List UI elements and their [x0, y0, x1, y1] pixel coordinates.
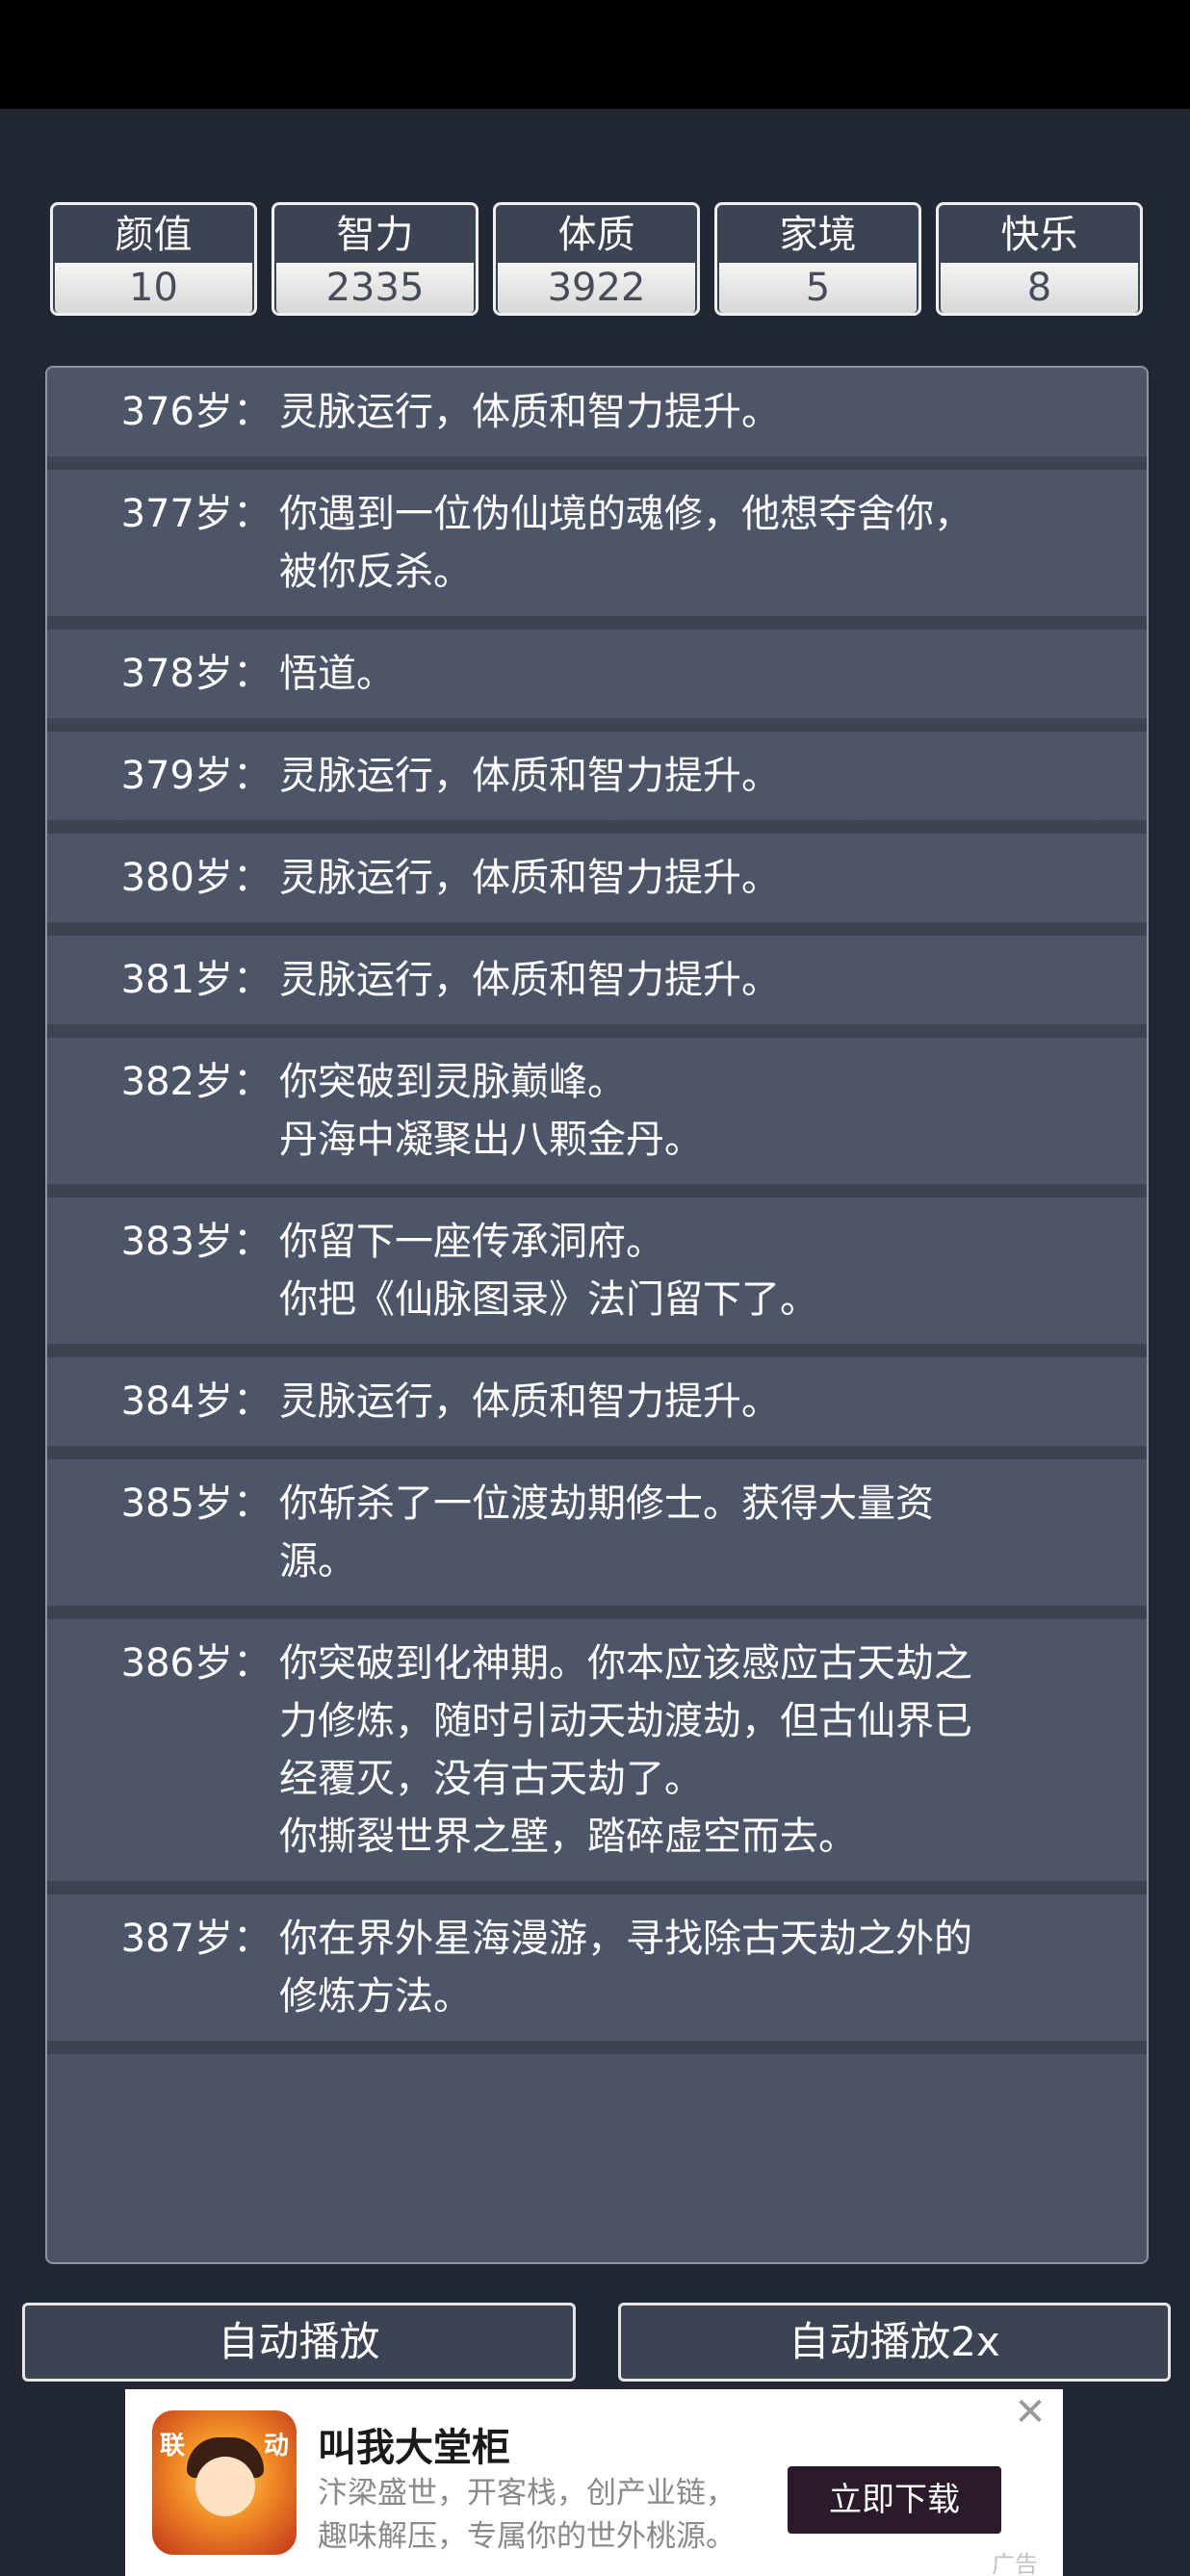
event-text-line: 灵脉运行，体质和智力提升。	[279, 754, 780, 798]
event-text-line: 被你反杀。	[279, 550, 472, 594]
auto-play-button[interactable]: 自动播放	[22, 2303, 576, 2382]
event-text-line: 你遇到一位伪仙境的魂修，他想夺舍你，	[279, 492, 972, 536]
character-face	[195, 2457, 255, 2516]
stat-label: 颜值	[115, 213, 193, 257]
event-age: 385岁：	[120, 1481, 272, 1526]
stat-label: 智力	[336, 213, 414, 257]
event-age: 376岁：	[120, 390, 272, 434]
event-text-line: 你留下一座传承洞府。	[279, 1220, 664, 1264]
stat-value: 8	[941, 263, 1138, 313]
stat-happiness: 快乐 8	[936, 202, 1143, 316]
stat-value: 3922	[498, 263, 695, 313]
event-text: 你留下一座传承洞府。你把《仙脉图录》法门留下了。	[272, 1213, 1118, 1328]
ad-banner[interactable]: 联 动 叫我大堂柜 汴梁盛世，开客栈，创产业链， 趣味解压，专属你的世外桃源。 …	[125, 2389, 1063, 2576]
event-row: 380岁： 灵脉运行，体质和智力提升。	[47, 834, 1147, 936]
event-row: 386岁： 你突破到化神期。你本应该感应古天劫之 力修炼，随时引动天劫渡劫，但古仙界…	[47, 1619, 1147, 1894]
stat-intelligence: 智力 2335	[272, 202, 479, 316]
event-text-line: 源。	[279, 1539, 356, 1584]
event-text-line: 灵脉运行，体质和智力提升。	[279, 390, 780, 434]
stats-row: 颜值 10 智力 2335 体质 3922 家境 5 快乐 8	[50, 202, 1143, 316]
event-text-line: 力修炼，随时引动天劫渡劫，但古仙界已	[279, 1699, 972, 1743]
event-log[interactable]: 376岁： 灵脉运行，体质和智力提升。 377岁： 你遇到一位伪仙境的魂修，他想夺舍你…	[45, 366, 1149, 2264]
event-text-line: 你把《仙脉图录》法门留下了。	[279, 1277, 818, 1322]
ad-description: 汴梁盛世，开客栈，创产业链， 趣味解压，专属你的世外桃源。	[318, 2472, 770, 2559]
ad-label: 广告	[992, 2551, 1038, 2576]
game-icon[interactable]: 联 动	[152, 2410, 297, 2555]
status-bar	[0, 0, 1190, 109]
event-text-line: 你突破到化神期。你本应该感应古天劫之	[279, 1641, 972, 1686]
event-row: 376岁： 灵脉运行，体质和智力提升。	[47, 368, 1147, 470]
event-age: 377岁：	[120, 492, 272, 536]
event-text: 灵脉运行，体质和智力提升。	[272, 747, 1118, 805]
event-text-line: 灵脉运行，体质和智力提升。	[279, 958, 780, 1002]
event-text-line: 你撕裂世界之壁，踏碎虚空而去。	[279, 1815, 857, 1859]
event-text: 灵脉运行，体质和智力提升。	[272, 849, 1118, 907]
event-row: 378岁： 悟道。	[47, 630, 1147, 732]
event-text-line: 修炼方法。	[279, 1974, 472, 2019]
event-text: 你斩杀了一位渡劫期修士。获得大量资 源。	[272, 1475, 1118, 1590]
stat-constitution: 体质 3922	[493, 202, 700, 316]
event-text-line: 你斩杀了一位渡劫期修士。获得大量资	[279, 1481, 934, 1526]
event-text: 灵脉运行，体质和智力提升。	[272, 951, 1118, 1009]
event-row: 377岁： 你遇到一位伪仙境的魂修，他想夺舍你， 被你反杀。	[47, 470, 1147, 630]
event-row: 385岁： 你斩杀了一位渡劫期修士。获得大量资 源。	[47, 1459, 1147, 1619]
auto-play-2x-button[interactable]: 自动播放2x	[618, 2303, 1171, 2382]
event-text-line: 你在界外星海漫游，寻找除古天劫之外的	[279, 1917, 972, 1961]
event-row: 381岁： 灵脉运行，体质和智力提升。	[47, 936, 1147, 1038]
stat-label: 快乐	[1000, 213, 1078, 257]
event-age: 379岁：	[120, 754, 272, 798]
event-text-line: 丹海中凝聚出八颗金丹。	[279, 1118, 703, 1162]
event-text-line: 灵脉运行，体质和智力提升。	[279, 856, 780, 900]
ad-desc-line: 汴梁盛世，开客栈，创产业链，	[318, 2476, 736, 2511]
event-age: 381岁：	[120, 958, 272, 1002]
event-text-line: 悟道。	[279, 652, 395, 696]
icon-badge-right: 动	[263, 2432, 289, 2460]
stat-value: 10	[55, 263, 252, 313]
event-text-line: 经覆灭，没有古天劫了。	[279, 1757, 703, 1801]
ad-title[interactable]: 叫我大堂柜	[318, 2416, 510, 2472]
event-text: 你突破到灵脉巅峰。丹海中凝聚出八颗金丹。	[272, 1053, 1118, 1169]
event-row: 387岁： 你在界外星海漫游，寻找除古天劫之外的 修炼方法。	[47, 1894, 1147, 2054]
stat-value: 2335	[276, 263, 474, 313]
event-age: 378岁：	[120, 652, 272, 696]
event-text: 你在界外星海漫游，寻找除古天劫之外的 修炼方法。	[272, 1910, 1118, 2025]
event-age: 383岁：	[120, 1220, 272, 1264]
icon-badge-left: 联	[160, 2432, 186, 2460]
ad-desc-line: 趣味解压，专属你的世外桃源。	[318, 2519, 736, 2554]
download-button[interactable]: 立即下载	[788, 2466, 1001, 2534]
stat-label: 体质	[557, 213, 635, 257]
event-row: 382岁： 你突破到灵脉巅峰。丹海中凝聚出八颗金丹。	[47, 1038, 1147, 1198]
event-text: 悟道。	[272, 645, 1118, 703]
event-text: 灵脉运行，体质和智力提升。	[272, 383, 1118, 441]
stat-value: 5	[719, 263, 917, 313]
close-icon[interactable]: ✕	[1011, 2393, 1049, 2432]
event-text: 灵脉运行，体质和智力提升。	[272, 1373, 1118, 1430]
stat-appearance: 颜值 10	[50, 202, 257, 316]
event-text: 你突破到化神期。你本应该感应古天劫之 力修炼，随时引动天劫渡劫，但古仙界已 经覆灭，…	[272, 1635, 1118, 1866]
event-row: 379岁： 灵脉运行，体质和智力提升。	[47, 732, 1147, 834]
event-age: 387岁：	[120, 1917, 272, 1961]
event-text: 你遇到一位伪仙境的魂修，他想夺舍你， 被你反杀。	[272, 485, 1118, 601]
event-row: 384岁： 灵脉运行，体质和智力提升。	[47, 1357, 1147, 1459]
event-age: 380岁：	[120, 856, 272, 900]
stat-label: 家境	[779, 213, 857, 257]
event-row: 383岁： 你留下一座传承洞府。你把《仙脉图录》法门留下了。	[47, 1198, 1147, 1357]
stat-family: 家境 5	[714, 202, 921, 316]
event-text-line: 你突破到灵脉巅峰。	[279, 1060, 626, 1104]
event-text-line: 灵脉运行，体质和智力提升。	[279, 1379, 780, 1424]
event-age: 384岁：	[120, 1379, 272, 1424]
event-age: 382岁：	[120, 1060, 272, 1104]
event-age: 386岁：	[120, 1641, 272, 1686]
